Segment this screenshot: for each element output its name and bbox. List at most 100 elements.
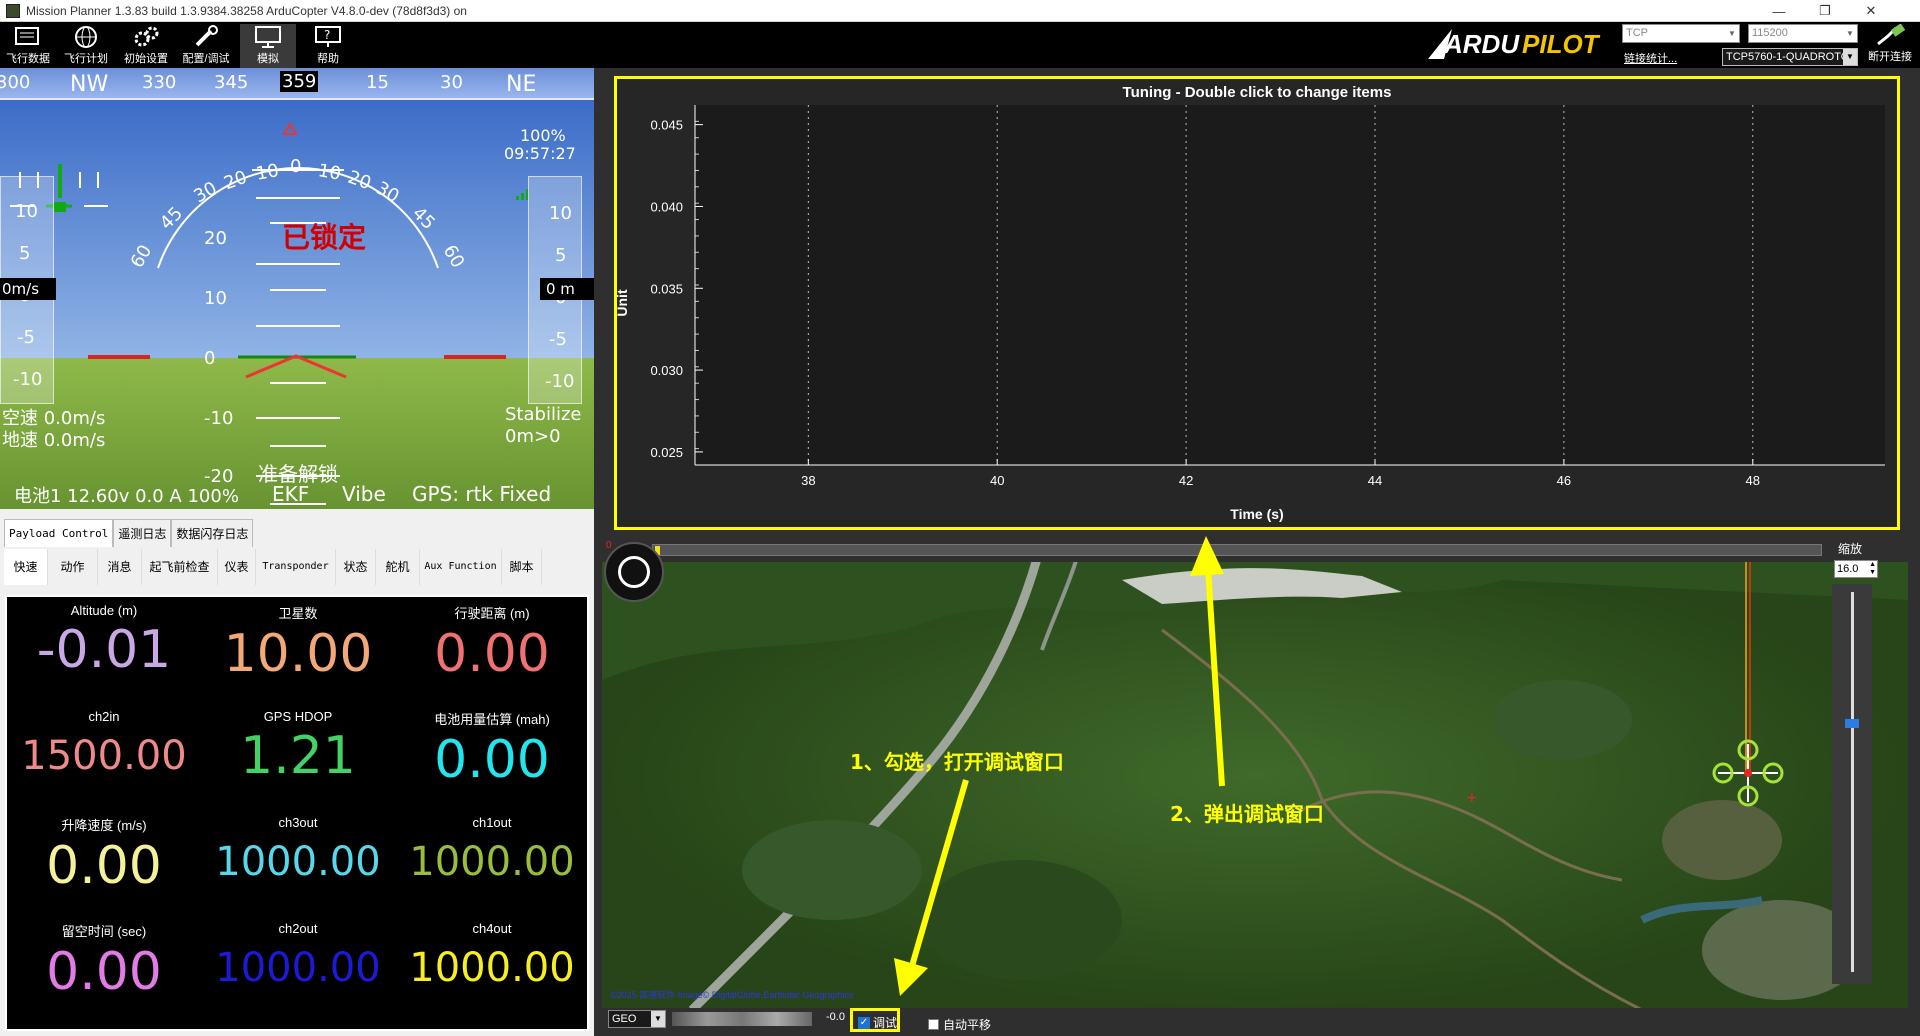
tab-status[interactable]: 状态 <box>336 549 376 585</box>
initial-setup-button[interactable]: 初始设置 <box>118 24 174 68</box>
map-compass-icon[interactable] <box>604 542 664 602</box>
coord-system-select[interactable]: GEO ▼ <box>608 1010 666 1028</box>
globe-icon <box>69 24 103 50</box>
hud-panel[interactable]: 300 NW 330 345 359 15 30 NE 60 45 30 20 … <box>0 68 594 509</box>
tab-telemetry-logs[interactable]: 遥测日志 <box>113 519 172 547</box>
coord-system-value: GEO <box>612 1013 637 1025</box>
roll-tick: 10 <box>254 160 281 185</box>
map-view[interactable]: + 0 缩放 16.0 ▲ ▼ ©2025 高德软件 Image© Digita… <box>602 540 1908 1010</box>
plug-icon <box>1862 23 1918 48</box>
quick-cell-battery-used[interactable]: 电池用量估算 (mah) 0.00 <box>395 703 589 809</box>
debug-checkbox[interactable]: ✓ 调试 <box>858 1014 897 1031</box>
tab-actions[interactable]: 动作 <box>48 549 98 585</box>
quick-cell-flight-time[interactable]: 留空时间 (sec) 0.00 <box>7 915 201 1021</box>
quick-value: 0.00 <box>434 624 550 684</box>
map-time-slider[interactable] <box>652 544 1822 556</box>
speed-tick: 5 <box>19 243 31 264</box>
connection-type-select[interactable]: TCP ▼ <box>1622 24 1740 43</box>
tab-payload-control[interactable]: Payload Control <box>4 519 114 547</box>
tuning-chart-svg: Tuning - Double click to change items Ti… <box>617 84 1885 522</box>
quick-value: -0.01 <box>36 620 172 680</box>
config-tuning-label: 配置/调试 <box>182 53 230 65</box>
x-tick-label: 48 <box>1746 473 1760 488</box>
quick-cell-ch2in[interactable]: ch2in 1500.00 <box>7 703 201 809</box>
tab-preflight[interactable]: 起飞前检查 <box>142 549 218 585</box>
flight-plan-button[interactable]: 飞行计划 <box>58 24 114 68</box>
flight-data-button[interactable]: 飞行数据 <box>0 24 56 68</box>
minimize-button[interactable]: — <box>1756 0 1802 22</box>
flight-mode: Stabilize <box>505 404 582 425</box>
disconnect-button[interactable]: 断开连接 <box>1862 23 1918 64</box>
battery-status[interactable]: 电池1 12.60v 0.0 A 100% <box>14 482 239 508</box>
x-tick-label: 46 <box>1557 473 1571 488</box>
close-button[interactable]: ✕ <box>1848 0 1894 22</box>
annotation-step-1: 1、勾选，打开调试窗口 <box>850 750 1064 774</box>
quick-cell-gps-hdop[interactable]: GPS HDOP 1.21 <box>201 703 395 809</box>
quick-cell-ch2out[interactable]: ch2out 1000.00 <box>201 915 395 1021</box>
link-stats-link[interactable]: 链接统计... <box>1624 50 1677 66</box>
quick-cell-satellites[interactable]: 卫星数 10.00 <box>201 597 395 703</box>
simulation-label: 模拟 <box>257 53 279 65</box>
tab-messages[interactable]: 消息 <box>98 549 142 585</box>
port-select[interactable]: TCP5760-1-QUADROTO ▼ <box>1722 48 1858 66</box>
tab-transponder[interactable]: Transponder <box>256 549 336 585</box>
quick-label: Altitude (m) <box>70 603 138 618</box>
annotation-step-2: 2、弹出调试窗口 <box>1170 802 1324 826</box>
chevron-down-icon: ▼ <box>1846 29 1854 38</box>
config-tuning-button[interactable]: 配置/调试 <box>178 24 234 68</box>
quick-cell-climb-rate[interactable]: 升降速度 (m/s) 0.00 <box>7 809 201 915</box>
baud-rate-value: 115200 <box>1752 27 1788 39</box>
y-tick-label: 0.030 <box>650 363 683 378</box>
tab-quick[interactable]: 快速 <box>4 549 48 585</box>
quick-value: 1000.00 <box>409 839 575 885</box>
tab-dataflash-logs[interactable]: 数据闪存日志 <box>171 519 254 547</box>
quick-label: ch1out <box>472 815 512 830</box>
tab-aux-function[interactable]: Aux Function <box>420 549 502 585</box>
chart-title: Tuning - Double click to change items <box>1123 84 1392 101</box>
quick-label: ch4out <box>472 921 512 936</box>
baud-rate-select[interactable]: 115200 ▼ <box>1748 24 1858 43</box>
maximize-button[interactable]: ❐ <box>1802 0 1848 22</box>
zoom-input[interactable]: 16.0 ▲ ▼ <box>1834 560 1878 578</box>
ekf-status[interactable]: EKF <box>272 482 309 506</box>
tab-scripts[interactable]: 脚本 <box>502 549 542 585</box>
zoom-slider-thumb[interactable] <box>1845 719 1859 728</box>
quick-cell-ch4out[interactable]: ch4out 1000.00 <box>395 915 589 1021</box>
quick-label: GPS HDOP <box>263 709 333 724</box>
quick-label: ch2in <box>88 709 120 724</box>
tab-gauges[interactable]: 仪表 <box>218 549 256 585</box>
flight-data-label: 飞行数据 <box>6 53 50 65</box>
tab-servo[interactable]: 舵机 <box>376 549 420 585</box>
gps-status[interactable]: GPS: rtk Fixed <box>412 482 551 506</box>
auto-pan-checkbox[interactable]: 自动平移 <box>928 1016 991 1033</box>
flight-plan-label: 飞行计划 <box>64 53 108 65</box>
speed-tick: 10 <box>15 201 38 222</box>
flight-mode-sub: 0m>0 <box>505 426 561 447</box>
quick-value: 1000.00 <box>215 945 381 991</box>
checkbox-unchecked-icon <box>928 1019 939 1030</box>
mission-planner-window: Mission Planner 1.3.83 build 1.3.9384.38… <box>0 0 1920 1036</box>
quick-value: 1.21 <box>240 726 356 786</box>
quick-value: 10.00 <box>223 624 373 684</box>
help-button[interactable]: ? 帮助 <box>300 24 356 68</box>
vibe-status[interactable]: Vibe <box>342 482 386 506</box>
quick-label: 电池用量估算 (mah) <box>434 712 550 727</box>
help-icon: ? <box>311 24 345 50</box>
pitch-tick: 10 <box>204 288 227 309</box>
quick-cell-altitude[interactable]: Altitude (m) -0.01 <box>7 597 201 703</box>
quick-label: 留空时间 (sec) <box>61 924 147 939</box>
simulation-button[interactable]: 模拟 <box>240 24 296 68</box>
quick-cell-ch3out[interactable]: ch3out 1000.00 <box>201 809 395 915</box>
quick-value: 0.00 <box>46 836 162 896</box>
y-tick-label: 0.045 <box>650 118 683 133</box>
battery-percent-top: 100% <box>520 126 566 145</box>
slider-zero-label: 0 <box>606 540 612 551</box>
pitch-tick: -10 <box>204 408 234 429</box>
quadcopter-marker-icon[interactable] <box>1708 738 1788 808</box>
speed-tick: -10 <box>13 369 43 390</box>
x-tick-label: 38 <box>801 473 815 488</box>
tuning-graph[interactable]: Tuning - Double click to change items Ti… <box>614 76 1900 530</box>
zoom-slider[interactable] <box>1832 584 1872 984</box>
quick-cell-distance[interactable]: 行驶距离 (m) 0.00 <box>395 597 589 703</box>
quick-cell-ch1out[interactable]: ch1out 1000.00 <box>395 809 589 915</box>
